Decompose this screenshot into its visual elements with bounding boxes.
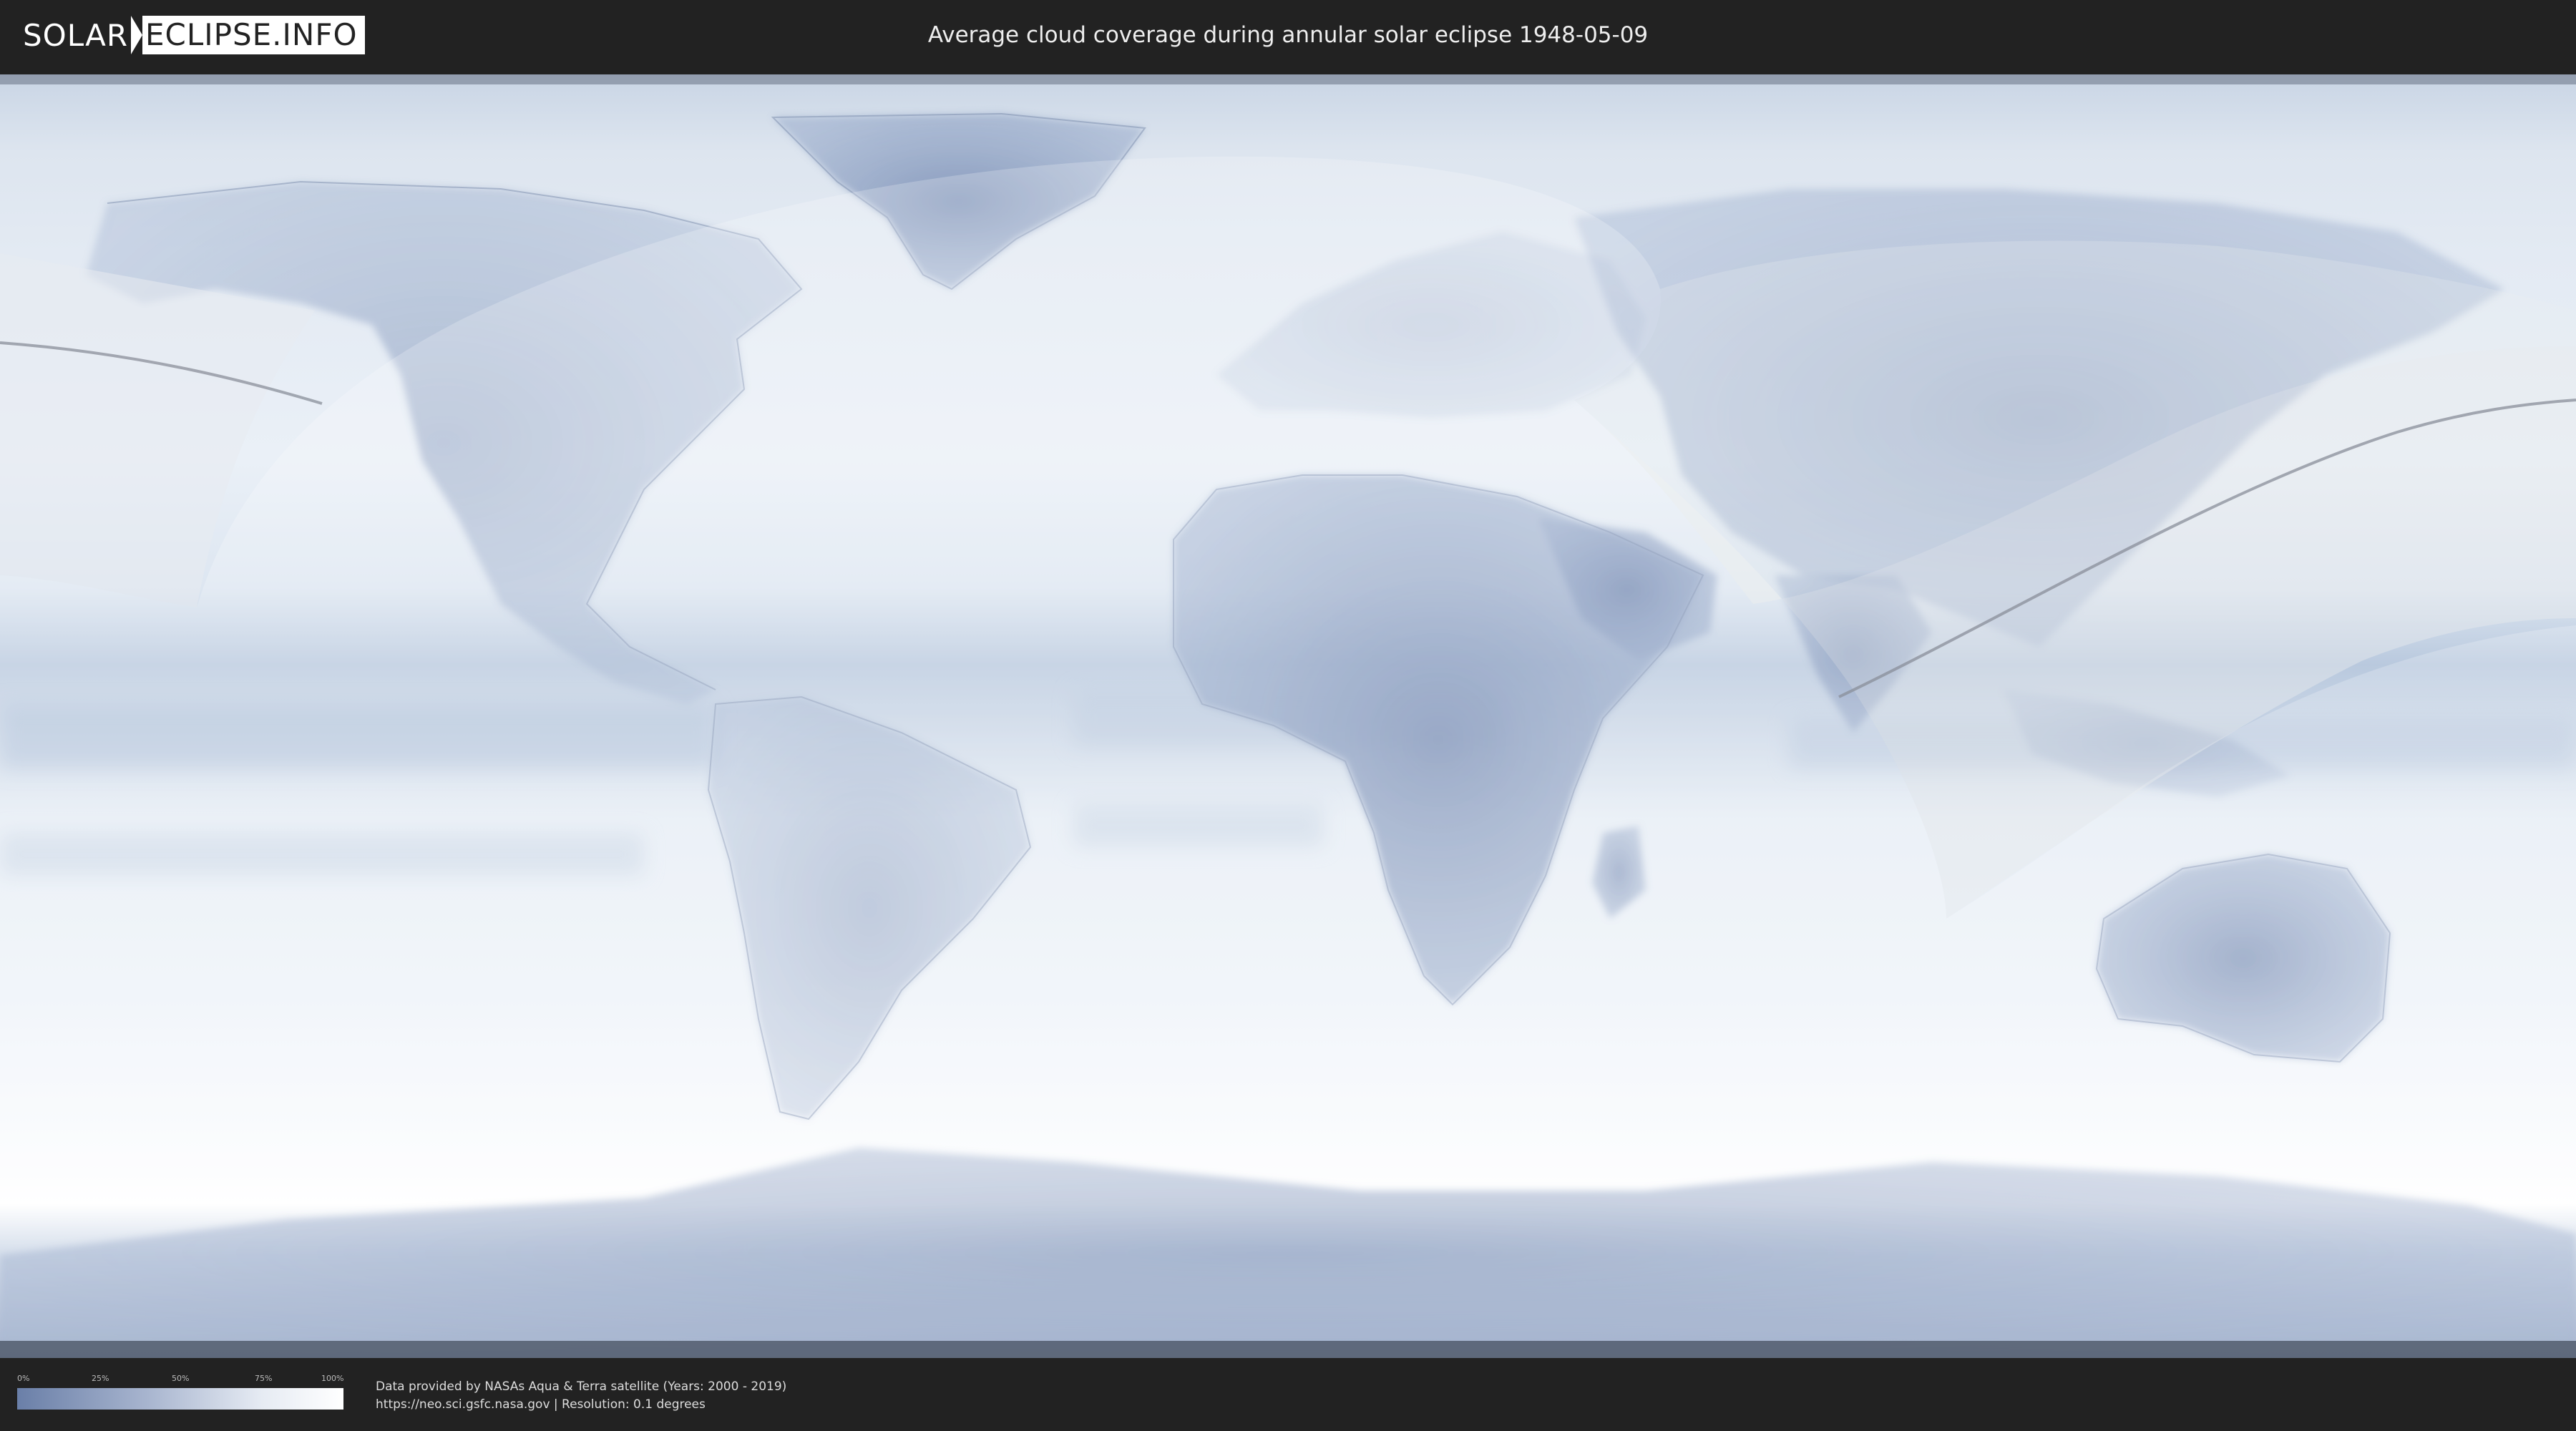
legend-ticks: 0% 25% 50% 75% 100% [17,1374,343,1385]
map-top-shadow [0,74,2576,84]
credits-link[interactable]: https://neo.sci.gsfc.nasa.gov | Resoluti… [376,1396,786,1414]
legend-gradient-bar [17,1388,343,1410]
page-title: Average cloud coverage during annular so… [927,22,1649,48]
cloud-coverage-map[interactable] [0,74,2576,1358]
legend-tick-50: 50% [172,1374,190,1383]
footer-bar: 0% 25% 50% 75% 100% Data provided by NAS… [0,1358,2576,1431]
legend-tick-75: 75% [255,1374,273,1383]
credits-source: Data provided by NASAs Aqua & Terra sate… [376,1379,787,1394]
data-credits: Data provided by NASAs Aqua & Terra sate… [376,1378,786,1414]
cloud-coverage-legend: 0% 25% 50% 75% 100% [17,1374,343,1414]
map-canvas [0,74,2576,1358]
header-bar: SOLAR ECLIPSE.INFO Average cloud coverag… [0,0,2576,72]
legend-tick-100: 100% [321,1374,344,1383]
map-bottom-shadow [0,1341,2576,1358]
legend-tick-0: 0% [17,1374,30,1383]
legend-tick-25: 25% [92,1374,109,1383]
